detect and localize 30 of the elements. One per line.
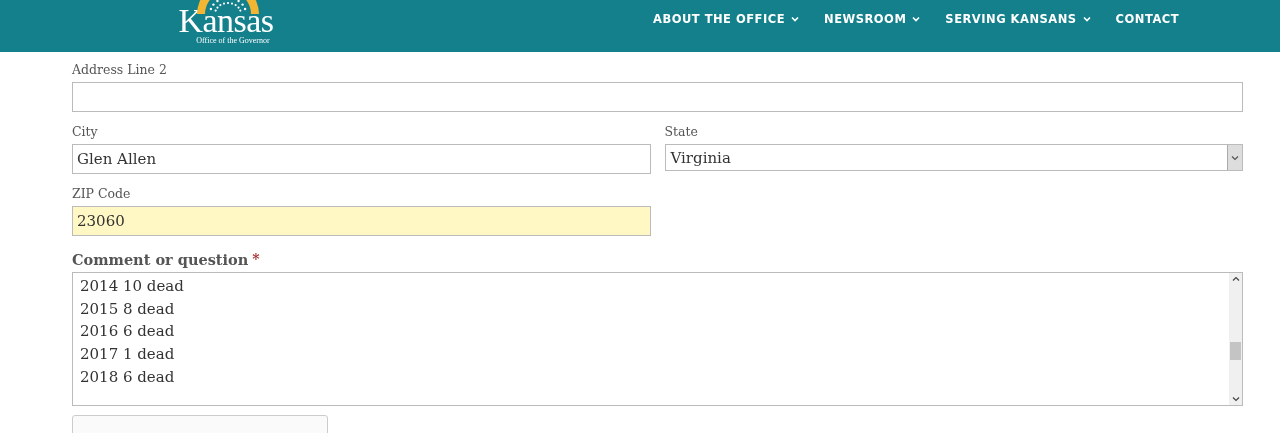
kansas-logo[interactable]: Kansas Office of the Governor bbox=[177, 0, 275, 50]
field-label: City bbox=[72, 124, 99, 139]
nav-link[interactable]: CONTACT bbox=[1115, 12, 1180, 26]
comment-label: Comment or question bbox=[72, 251, 249, 268]
comment-text-line: 2018 6 dead bbox=[80, 366, 176, 388]
scrollbar[interactable] bbox=[1229, 273, 1242, 405]
field-label: ZIP Code bbox=[72, 186, 132, 201]
zip-code-field[interactable]: 23060 bbox=[72, 206, 651, 236]
comment-text-line: 2017 1 dead bbox=[80, 344, 176, 366]
comment-textarea[interactable]: 2014 10 dead 2015 8 dead 2016 6 dead 2017 1 dead 2018 6 dead bbox=[72, 272, 1243, 406]
required-mark: * bbox=[252, 251, 260, 268]
state-dropdown[interactable]: Virginia bbox=[664, 144, 1243, 171]
button-edge[interactable] bbox=[72, 415, 328, 433]
scrollbar-thumb[interactable] bbox=[1230, 342, 1241, 360]
comment-text-line: 2016 6 dead bbox=[80, 321, 176, 343]
field-label: Address Line 2 bbox=[72, 62, 168, 77]
chevron-down-icon bbox=[912, 16, 921, 22]
nav-link[interactable]: SERVING KANSANS bbox=[945, 12, 1091, 26]
comment-text-line: 2015 8 dead bbox=[80, 298, 176, 320]
scroll-down-icon[interactable] bbox=[1231, 396, 1240, 402]
address-line-2-field[interactable] bbox=[72, 82, 1243, 112]
chevron-down-icon bbox=[1082, 16, 1091, 22]
chevron-down-icon bbox=[1231, 154, 1239, 161]
field-label: State bbox=[664, 124, 699, 139]
chevron-down-icon bbox=[791, 16, 800, 22]
nav-link[interactable]: NEWSROOM bbox=[824, 12, 921, 26]
nav-link[interactable]: ABOUT THE OFFICE bbox=[653, 12, 800, 26]
comment-text-line: 2014 10 dead bbox=[80, 276, 184, 297]
scroll-up-icon[interactable] bbox=[1231, 276, 1240, 282]
city-field[interactable]: Glen Allen bbox=[72, 144, 651, 174]
